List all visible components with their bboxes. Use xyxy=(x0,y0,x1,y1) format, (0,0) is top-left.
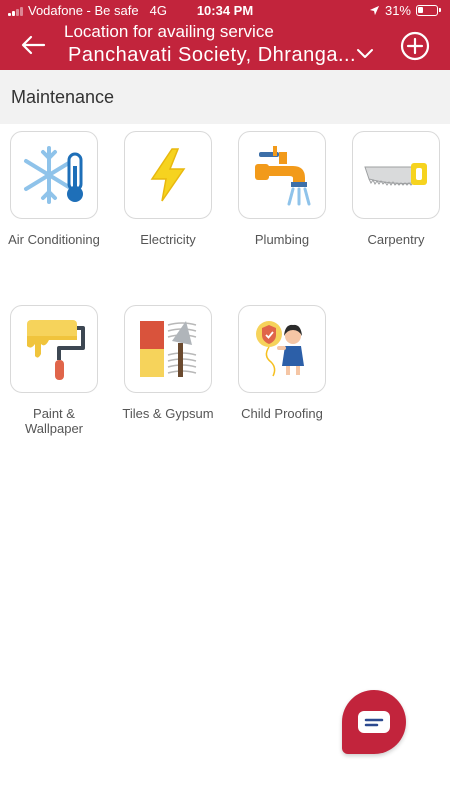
battery-percent: 31% xyxy=(384,3,411,18)
service-label: Carpentry xyxy=(367,232,425,247)
service-plumbing[interactable]: Plumbing xyxy=(234,131,330,247)
paint-roller-icon xyxy=(27,320,85,380)
service-label: Electricity xyxy=(140,232,196,247)
chat-bubble-icon xyxy=(358,711,390,733)
add-circle-icon[interactable] xyxy=(400,31,430,61)
service-label: Air Conditioning xyxy=(8,232,100,247)
service-child-proofing[interactable]: Child Proofing xyxy=(234,305,330,421)
top-bar: Vodafone - Be safe 4G 10:34 PM 31% Locat… xyxy=(0,0,450,70)
snowflake-thermometer-icon xyxy=(24,146,83,204)
child-shield-icon xyxy=(256,321,304,377)
chevron-down-icon[interactable] xyxy=(356,47,374,61)
service-tiles-gypsum[interactable]: Tiles & Gypsum xyxy=(120,305,216,421)
service-label: Tiles & Gypsum xyxy=(122,406,214,421)
service-electricity[interactable]: Electricity xyxy=(120,131,216,247)
status-bar: Vodafone - Be safe 4G 10:34 PM 31% xyxy=(0,0,450,22)
lightning-icon xyxy=(150,148,186,202)
service-air-conditioning[interactable]: Air Conditioning xyxy=(6,131,102,247)
service-carpentry[interactable]: Carpentry xyxy=(348,131,444,247)
service-label: Plumbing xyxy=(254,232,310,247)
tap-icon xyxy=(255,146,311,206)
location-value[interactable]: Panchavati Society, Dhranga... xyxy=(68,44,356,67)
location-arrow-icon xyxy=(369,5,380,16)
service-label: Paint & Wallpaper xyxy=(24,406,84,436)
service-label: Child Proofing xyxy=(241,406,323,421)
battery-icon xyxy=(416,5,441,16)
saw-icon xyxy=(364,163,427,186)
service-paint-wallpaper[interactable]: Paint & Wallpaper xyxy=(6,305,102,436)
section-title: Maintenance xyxy=(11,87,115,107)
back-arrow-icon[interactable] xyxy=(20,33,48,57)
location-label: Location for availing service xyxy=(64,22,274,41)
tiles-trowel-icon xyxy=(140,321,197,377)
section-header: Maintenance xyxy=(0,70,450,124)
chat-button[interactable] xyxy=(342,690,406,754)
